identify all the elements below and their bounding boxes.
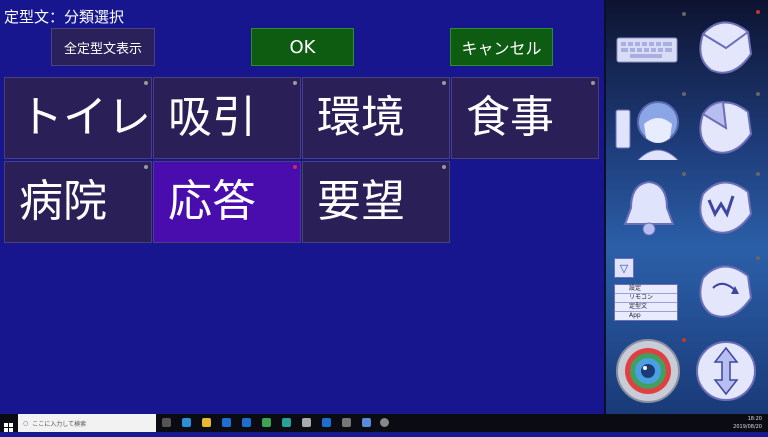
- menu-item-app[interactable]: App: [615, 312, 677, 320]
- app-icon[interactable]: [342, 418, 351, 427]
- speech-person-icon[interactable]: [612, 92, 684, 162]
- status-dot: [682, 12, 686, 16]
- app-icon[interactable]: [380, 418, 389, 427]
- category-label: 要望: [317, 176, 405, 227]
- alert-dot: [756, 10, 760, 14]
- category-label: 病院: [19, 176, 107, 227]
- category-label: 環境: [317, 92, 405, 143]
- category-suction[interactable]: 吸引: [153, 77, 301, 159]
- search-placeholder: ここに入力して検索: [32, 420, 87, 428]
- category-label: 応答: [168, 176, 256, 227]
- system-clock[interactable]: 18:20 2019/08/20: [733, 415, 762, 431]
- menu-item-settings[interactable]: 設定: [615, 285, 677, 294]
- mouse-icon[interactable]: [690, 12, 762, 82]
- edge-icon[interactable]: [222, 418, 231, 427]
- menu-item-remote[interactable]: リモコン: [615, 294, 677, 303]
- status-dot: [591, 81, 595, 85]
- windows-start-icon[interactable]: [4, 418, 14, 432]
- keyboard-icon[interactable]: [614, 30, 680, 70]
- status-dot: [442, 165, 446, 169]
- status-dot: [293, 165, 297, 169]
- category-toilet[interactable]: トイレ: [4, 77, 152, 159]
- status-dot: [756, 256, 760, 260]
- taskbar-search-box[interactable]: ○ ここに入力して検索: [18, 414, 156, 432]
- app-icon[interactable]: [322, 418, 331, 427]
- control-sidebar: ▽ 設定 リモコン 定型文 App: [604, 0, 768, 414]
- app-icon[interactable]: [282, 418, 291, 427]
- category-label: 吸引: [168, 92, 256, 143]
- app-icon[interactable]: [362, 418, 371, 427]
- menu-item-phrases[interactable]: 定型文: [615, 303, 677, 312]
- eye-gaze-icon[interactable]: [612, 336, 684, 406]
- status-dot: [442, 81, 446, 85]
- main-panel: 定型文：分類選択 全定型文表示 OK キャンセル トイレ 吸引 環境 食事 病院…: [0, 0, 604, 414]
- app-icon[interactable]: [302, 418, 311, 427]
- category-label: 食事: [466, 92, 554, 143]
- status-dot: [144, 165, 148, 169]
- mouse-wheel-icon[interactable]: [690, 172, 762, 242]
- chrome-icon[interactable]: [262, 418, 271, 427]
- status-dot: [293, 81, 297, 85]
- page-title: 定型文：分類選択: [4, 8, 125, 26]
- ie-icon[interactable]: [242, 418, 251, 427]
- status-dot: [682, 92, 686, 96]
- app-icon[interactable]: [182, 418, 191, 427]
- status-dot: [756, 92, 760, 96]
- category-hospital[interactable]: 病院: [4, 161, 152, 243]
- status-dot: [144, 81, 148, 85]
- chevron-down-icon[interactable]: ▽: [614, 258, 634, 278]
- taskbar: ○ ここに入力して検索 18:20 2019/08/20: [0, 414, 768, 432]
- cancel-button[interactable]: キャンセル: [450, 28, 553, 66]
- task-view-icon[interactable]: [162, 418, 171, 427]
- category-environment[interactable]: 環境: [302, 77, 450, 159]
- clock-time: 18:20: [747, 416, 762, 422]
- mouse-drag-icon[interactable]: [690, 256, 762, 326]
- status-dot: [682, 172, 686, 176]
- scroll-arrows-icon[interactable]: [690, 336, 762, 406]
- app-menu[interactable]: ▽ 設定 リモコン 定型文 App: [614, 258, 682, 322]
- category-meal[interactable]: 食事: [451, 77, 599, 159]
- category-label: トイレ: [19, 92, 151, 143]
- folder-icon[interactable]: [202, 418, 211, 427]
- bell-icon[interactable]: [614, 172, 684, 242]
- search-icon: ○: [23, 419, 29, 427]
- show-all-phrases-button[interactable]: 全定型文表示: [51, 28, 155, 66]
- category-request[interactable]: 要望: [302, 161, 450, 243]
- status-dot: [756, 172, 760, 176]
- mouse-left-click-icon[interactable]: [690, 92, 762, 162]
- alert-dot: [682, 338, 686, 342]
- category-response[interactable]: 応答: [153, 161, 301, 243]
- clock-date: 2019/08/20: [733, 424, 762, 430]
- ok-button[interactable]: OK: [251, 28, 354, 66]
